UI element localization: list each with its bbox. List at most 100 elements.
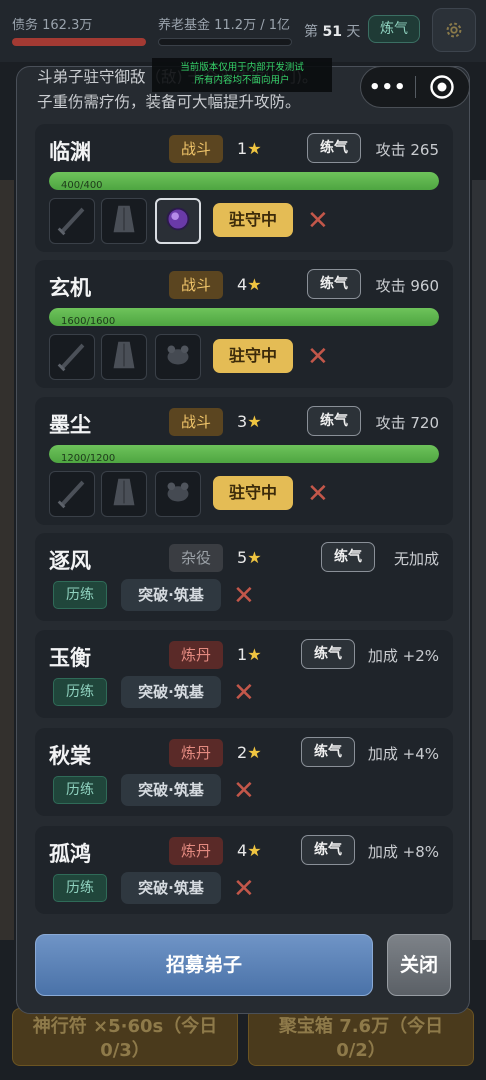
hp-text: 1200/1200 [61,453,116,463]
beast-icon [159,473,197,515]
equip-slot[interactable] [49,471,95,517]
debt-bar [12,38,146,46]
guard-disciple-card: 临渊 战斗 1★ 练气 攻击 265 400/400 驻守中 ✕ [35,124,453,252]
bonus-stat: 加成 +4% [367,745,439,763]
disciple-name: 秋棠 [49,744,91,768]
dismiss-icon[interactable]: ✕ [233,778,255,804]
role-badge: 炼丹 [169,641,223,669]
close-button[interactable]: 关闭 [387,934,451,996]
realm-button[interactable]: 练气 [301,835,355,865]
guarding-button[interactable]: 驻守中 [213,339,293,373]
settings-button[interactable] [432,8,476,52]
realm-button[interactable]: 练气 [307,269,361,299]
weapon-icon [53,336,91,378]
more-button[interactable]: ••• [361,77,415,98]
realm-button[interactable]: 练气 [301,639,355,669]
guard-disciple-card: 玄机 战斗 4★ 练气 攻击 960 1600/1600 驻守中 ✕ [35,260,453,388]
dev-notice: 当前版本仅用于内部开发测试 所有内容均不面向用户 [152,58,332,92]
hp-text: 400/400 [61,180,103,190]
support-disciple-card: 玉衡 炼丹 1★ 练气 加成 +2% 历练 突破·筑基 ✕ [35,630,453,718]
role-badge: 杂役 [169,544,223,572]
robe-icon [105,473,143,515]
dismiss-icon[interactable]: ✕ [307,344,329,370]
hp-bar: 400/400 [49,172,439,190]
star-rating: 3★ [237,412,262,431]
weapon-icon [53,473,91,515]
dismiss-icon[interactable]: ✕ [307,208,329,234]
guarding-button[interactable]: 驻守中 [213,476,293,510]
star-rating: 4★ [237,275,262,294]
dismiss-icon[interactable]: ✕ [233,583,255,609]
realm-button[interactable]: 练气 [321,542,375,572]
attack-stat: 攻击 960 [375,277,439,295]
train-button[interactable]: 历练 [53,581,107,609]
weapon-icon [53,200,91,242]
support-disciple-card: 孤鸿 炼丹 4★ 练气 加成 +8% 历练 突破·筑基 ✕ [35,826,453,914]
equip-slot[interactable] [155,198,201,244]
robe-icon [105,336,143,378]
speed-talisman-button[interactable]: 神行符 ×5·60s（今日 0/3） [12,1008,238,1066]
robe-icon [105,200,143,242]
star-rating: 5★ [237,548,262,567]
disciple-name: 临渊 [49,140,91,164]
realm-button[interactable]: 练气 [301,737,355,767]
star-rating: 4★ [237,841,262,860]
bonus-stat: 加成 +2% [367,647,439,665]
gear-icon [446,22,462,38]
equip-slot[interactable] [101,471,147,517]
equip-slot[interactable] [101,334,147,380]
realm-button[interactable]: 练气 [307,406,361,436]
guard-disciple-card: 墨尘 战斗 3★ 练气 攻击 720 1200/1200 驻守中 ✕ [35,397,453,525]
bonus-stat: 加成 +8% [367,843,439,861]
disciple-name: 孤鸿 [49,842,91,866]
guarding-button[interactable]: 驻守中 [213,203,293,237]
breakthrough-button[interactable]: 突破·筑基 [121,872,221,904]
recruit-disciple-button[interactable]: 招募弟子 [35,934,373,996]
realm-badge: 炼气 [368,15,420,43]
disciple-name: 逐风 [49,549,91,573]
disciple-name: 墨尘 [49,413,91,437]
breakthrough-button[interactable]: 突破·筑基 [121,579,221,611]
realm-button[interactable]: 练气 [307,133,361,163]
background-scene-left [0,180,14,940]
equip-slot[interactable] [155,471,201,517]
role-badge: 炼丹 [169,739,223,767]
equip-slot[interactable] [49,198,95,244]
attack-stat: 攻击 720 [375,414,439,432]
hp-text: 1600/1600 [61,316,116,326]
hp-fill [49,172,439,190]
breakthrough-button[interactable]: 突破·筑基 [121,774,221,806]
capsule-close-button[interactable] [415,74,469,100]
disciple-modal: 斗弟子驻守御敌（敌) 于全灭才攻山门)。 子重伤需疗伤，装备可大幅提升攻防。 临… [16,66,470,1014]
hp-bar: 1200/1200 [49,445,439,463]
pension-label: 养老基金 11.2万 / 1亿 [158,18,290,33]
dismiss-icon[interactable]: ✕ [307,481,329,507]
bonus-stat: 无加成 [393,550,439,568]
miniprogram-capsule: ••• [360,66,470,108]
train-button[interactable]: 历练 [53,678,107,706]
star-icon: ★ [247,548,262,567]
star-rating: 2★ [237,743,262,762]
support-disciple-card: 逐风 杂役 5★ 练气 无加成 历练 突破·筑基 ✕ [35,533,453,621]
dismiss-icon[interactable]: ✕ [233,680,255,706]
treasure-box-button[interactable]: 聚宝箱 7.6万（今日 0/2） [248,1008,474,1066]
train-button[interactable]: 历练 [53,874,107,902]
support-disciple-card: 秋棠 炼丹 2★ 练气 加成 +4% 历练 突破·筑基 ✕ [35,728,453,816]
star-icon: ★ [247,139,262,158]
star-rating: 1★ [237,139,262,158]
dismiss-icon[interactable]: ✕ [233,876,255,902]
star-icon: ★ [247,743,262,762]
role-badge: 战斗 [169,408,223,436]
equip-slot[interactable] [49,334,95,380]
beast-icon [159,336,197,378]
equip-slot[interactable] [101,198,147,244]
hp-bar: 1600/1600 [49,308,439,326]
train-button[interactable]: 历练 [53,776,107,804]
role-badge: 战斗 [169,271,223,299]
equip-slot[interactable] [155,334,201,380]
star-rating: 1★ [237,645,262,664]
disciple-name: 玉衡 [49,646,91,670]
background-scene-right [472,180,486,940]
breakthrough-button[interactable]: 突破·筑基 [121,676,221,708]
orb-icon [159,200,197,242]
